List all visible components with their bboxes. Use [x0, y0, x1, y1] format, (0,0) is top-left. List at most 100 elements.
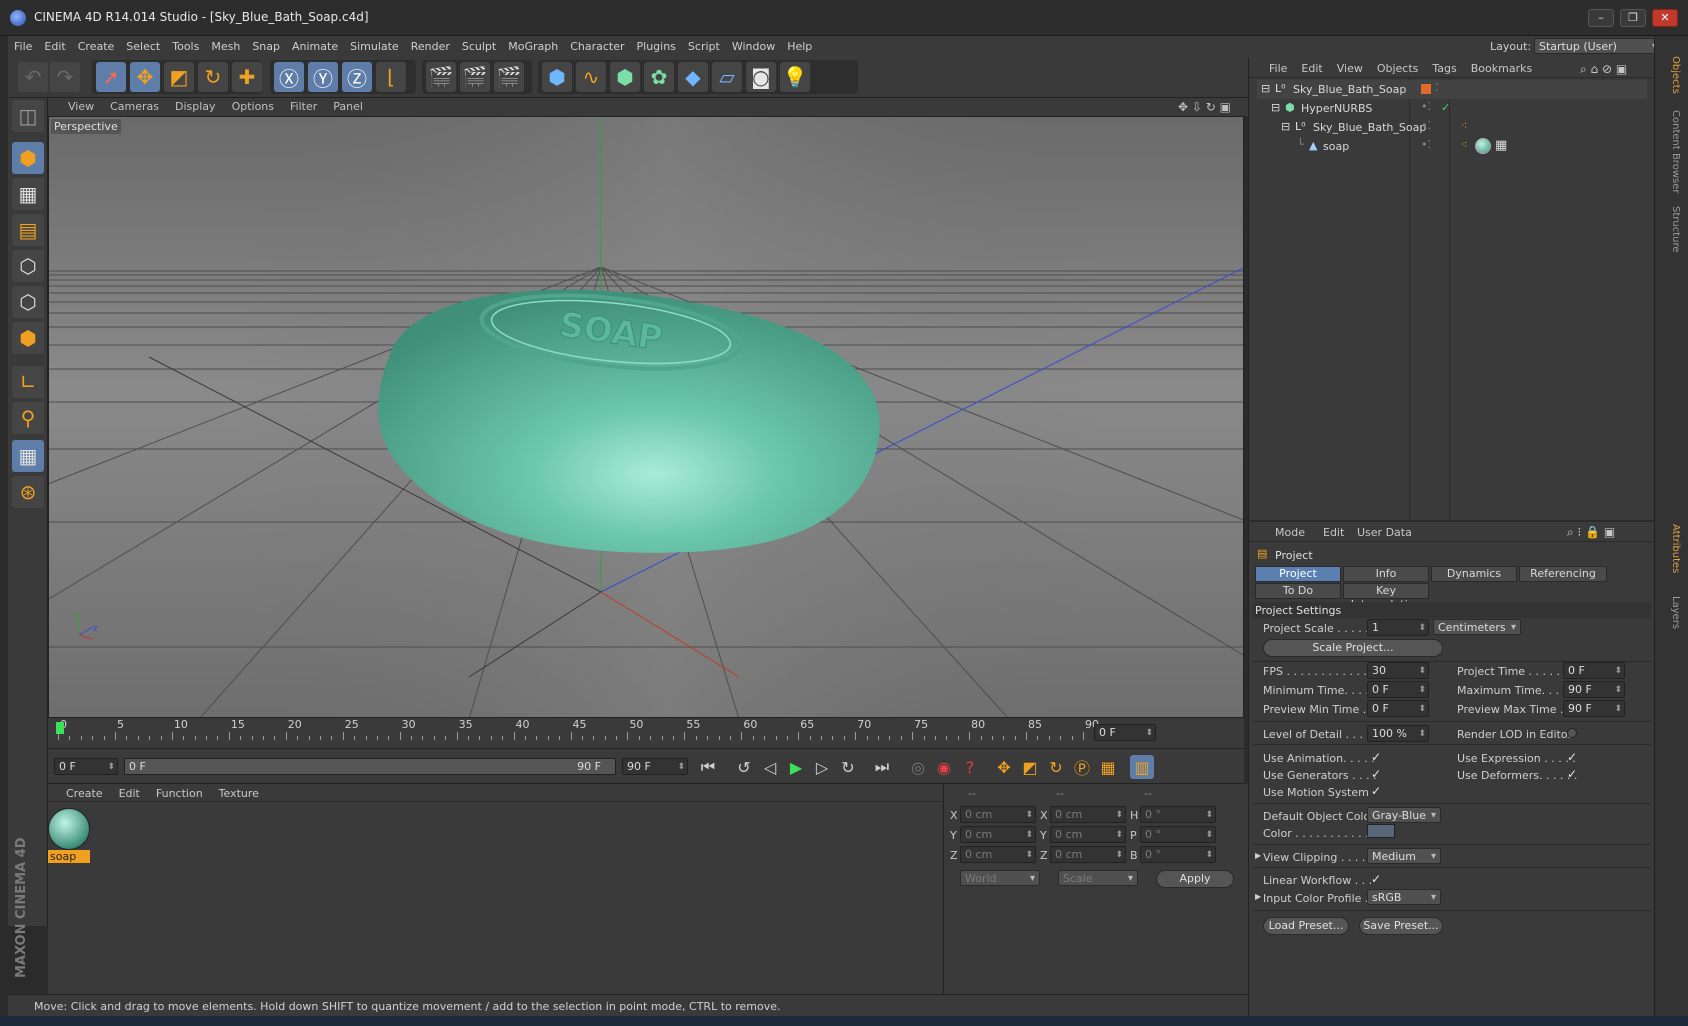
next-frame-icon[interactable]: ▷ — [810, 755, 834, 779]
texture-mode-icon[interactable]: ▦ — [12, 178, 44, 210]
coord-rot-h-field[interactable]: 0 ° — [1140, 806, 1216, 823]
material-soap[interactable]: soap — [48, 808, 90, 864]
objects-menu-file[interactable]: File — [1249, 58, 1294, 75]
menu-script[interactable]: Script — [682, 36, 726, 53]
menu-tools[interactable]: Tools — [166, 36, 205, 53]
floor-icon[interactable]: ▱ — [712, 62, 742, 92]
menu-plugins[interactable]: Plugins — [631, 36, 682, 53]
close-button[interactable]: ✕ — [1652, 9, 1678, 27]
tab-key-interpolation[interactable]: Key Interpolation — [1343, 583, 1429, 611]
key-rotation-icon[interactable]: ↻ — [1044, 755, 1068, 779]
maximum-time-field[interactable]: 90 F — [1563, 681, 1625, 698]
menu-mesh[interactable]: Mesh — [205, 36, 246, 53]
edges-mode-icon[interactable]: ⬡ — [12, 286, 44, 318]
expand-icon[interactable]: ⊟ — [1281, 120, 1290, 133]
menu-animate[interactable]: Animate — [286, 36, 344, 53]
rotate-tool-icon[interactable]: ↻ — [198, 62, 228, 92]
snap-icon[interactable]: ▦ — [12, 440, 44, 472]
go-to-end-icon[interactable]: ⏭ — [870, 755, 894, 779]
key-parameter-icon[interactable]: Ⓟ — [1070, 755, 1094, 779]
use-deformers-checkbox[interactable]: ✓ — [1567, 768, 1579, 781]
menu-file[interactable]: File — [8, 36, 38, 53]
mograph-cloner-icon[interactable]: ✿ — [644, 62, 674, 92]
coord-pos-z-field[interactable]: 0 cm — [960, 846, 1036, 863]
attribute-toolbar-icons[interactable]: ⌕ ⁝ 🔒 ▣ — [1567, 525, 1615, 540]
tab-referencing[interactable]: Referencing — [1519, 566, 1607, 582]
menu-simulate[interactable]: Simulate — [344, 36, 405, 53]
viewport-nav-icons[interactable]: ✥ ⇩ ↻ ▣ — [1176, 98, 1233, 116]
object-row[interactable]: ⊟ L⁰ Sky_Blue_Bath_Soap •⁚ ⁖ — [1257, 118, 1647, 137]
viewport-menu-panel[interactable]: Panel — [325, 98, 371, 113]
visibility-dots[interactable]: •⁚ — [1421, 138, 1431, 151]
objects-menu-tags[interactable]: Tags — [1425, 58, 1463, 75]
key-position-icon[interactable]: ✥ — [992, 755, 1016, 779]
coord-pos-y-field[interactable]: 0 cm — [960, 826, 1036, 843]
scale-tool-icon[interactable]: ◩ — [164, 62, 194, 92]
y-axis-lock-icon[interactable]: Ⓨ — [308, 62, 338, 92]
end-frame-field[interactable]: 90 F — [622, 758, 688, 775]
expand-icon[interactable]: ⊟ — [1261, 82, 1270, 95]
move-tool-icon[interactable]: ✥ — [130, 62, 160, 92]
level-of-detail-field[interactable]: 100 % — [1367, 725, 1429, 742]
minimize-button[interactable]: – — [1588, 9, 1614, 27]
objects-menu-edit[interactable]: Edit — [1294, 58, 1329, 75]
viewport-menu-filter[interactable]: Filter — [282, 98, 325, 113]
material-menu-create[interactable]: Create — [48, 784, 111, 800]
light-icon[interactable]: 💡 — [780, 62, 810, 92]
x-axis-lock-icon[interactable]: Ⓧ — [274, 62, 304, 92]
objects-menu-bookmarks[interactable]: Bookmarks — [1464, 58, 1539, 75]
object-row[interactable]: └ ▲ soap •⁚ ⁖ ▦ — [1257, 137, 1647, 156]
restore-button[interactable]: ❐ — [1620, 9, 1646, 27]
coord-size-x-field[interactable]: 0 cm — [1050, 806, 1126, 823]
go-to-start-icon[interactable]: ⏮ — [696, 755, 720, 779]
preview-max-time-field[interactable]: 90 F — [1563, 700, 1625, 717]
tab-info[interactable]: Info — [1343, 566, 1429, 582]
workplane-mode-icon[interactable]: ▤ — [12, 214, 44, 246]
undo-icon[interactable]: ↶ — [18, 62, 48, 92]
coord-mode-dropdown[interactable]: World — [960, 870, 1040, 886]
use-expression-checkbox[interactable]: ✓ — [1567, 751, 1579, 764]
start-frame-field[interactable]: 0 F — [54, 758, 118, 775]
visibility-dots[interactable]: ⁚ — [1435, 81, 1439, 94]
play-forward-icon[interactable]: ▶ — [784, 755, 808, 779]
visibility-dots[interactable]: •⁚ — [1421, 119, 1431, 132]
key-scale-icon[interactable]: ◩ — [1018, 755, 1042, 779]
side-tab-content-browser[interactable]: Content Browser — [1670, 110, 1681, 193]
objects-menu-view[interactable]: View — [1330, 58, 1370, 75]
object-row[interactable]: ⊟ L⁰ Sky_Blue_Bath_Soap ⁚ — [1257, 80, 1647, 99]
objects-menu-objects[interactable]: Objects — [1370, 58, 1426, 75]
project-scale-unit-dropdown[interactable]: Centimeters — [1433, 619, 1521, 635]
menu-snap[interactable]: Snap — [246, 36, 286, 53]
axis-mode-icon[interactable]: ∟ — [12, 366, 44, 398]
spline-icon[interactable]: ∿ — [576, 62, 606, 92]
deformer-icon[interactable]: ◆ — [678, 62, 708, 92]
menu-mograph[interactable]: MoGraph — [502, 36, 564, 53]
coord-rot-p-field[interactable]: 0 ° — [1140, 826, 1216, 843]
key-pla-icon[interactable]: ▦ — [1096, 755, 1120, 779]
add-object-tool-icon[interactable]: ✚ — [232, 62, 262, 92]
coordinate-system-icon[interactable]: ⌊ — [376, 62, 406, 92]
tab-project-settings[interactable]: Project Settings — [1255, 566, 1341, 594]
use-motion-system-checkbox[interactable]: ✓ — [1371, 785, 1383, 798]
side-tab-attributes[interactable]: Attributes — [1670, 524, 1681, 573]
tab-to-do[interactable]: To Do — [1255, 583, 1341, 599]
live-selection-icon[interactable]: ➚ — [96, 62, 126, 92]
coord-size-mode-dropdown[interactable]: Scale — [1058, 870, 1138, 886]
redo-icon[interactable]: ↷ — [50, 62, 80, 92]
material-menu-function[interactable]: Function — [148, 784, 211, 800]
camera-icon[interactable]: ◙ — [746, 62, 776, 92]
z-axis-lock-icon[interactable]: Ⓩ — [342, 62, 372, 92]
default-object-color-dropdown[interactable]: Gray-Blue — [1367, 807, 1441, 823]
minimum-time-field[interactable]: 0 F — [1367, 681, 1429, 698]
polygons-mode-icon[interactable]: ⬢ — [12, 322, 44, 354]
enabled-check-icon[interactable]: ✓ — [1441, 101, 1450, 114]
tweak-mode-icon[interactable]: ⚲ — [12, 402, 44, 434]
uvw-tag-icon[interactable]: ▦ — [1495, 138, 1507, 153]
frame-range-slider[interactable]: 0 F 90 F — [124, 758, 616, 775]
project-scale-field[interactable]: 1 — [1367, 619, 1429, 636]
perspective-viewport[interactable]: SOAP y z Perspective — [48, 116, 1244, 718]
menu-select[interactable]: Select — [120, 36, 166, 53]
menu-render[interactable]: Render — [405, 36, 456, 53]
record-keys-icon[interactable]: ◎ — [906, 755, 930, 779]
layout-dropdown[interactable]: Startup (User) — [1534, 38, 1662, 54]
